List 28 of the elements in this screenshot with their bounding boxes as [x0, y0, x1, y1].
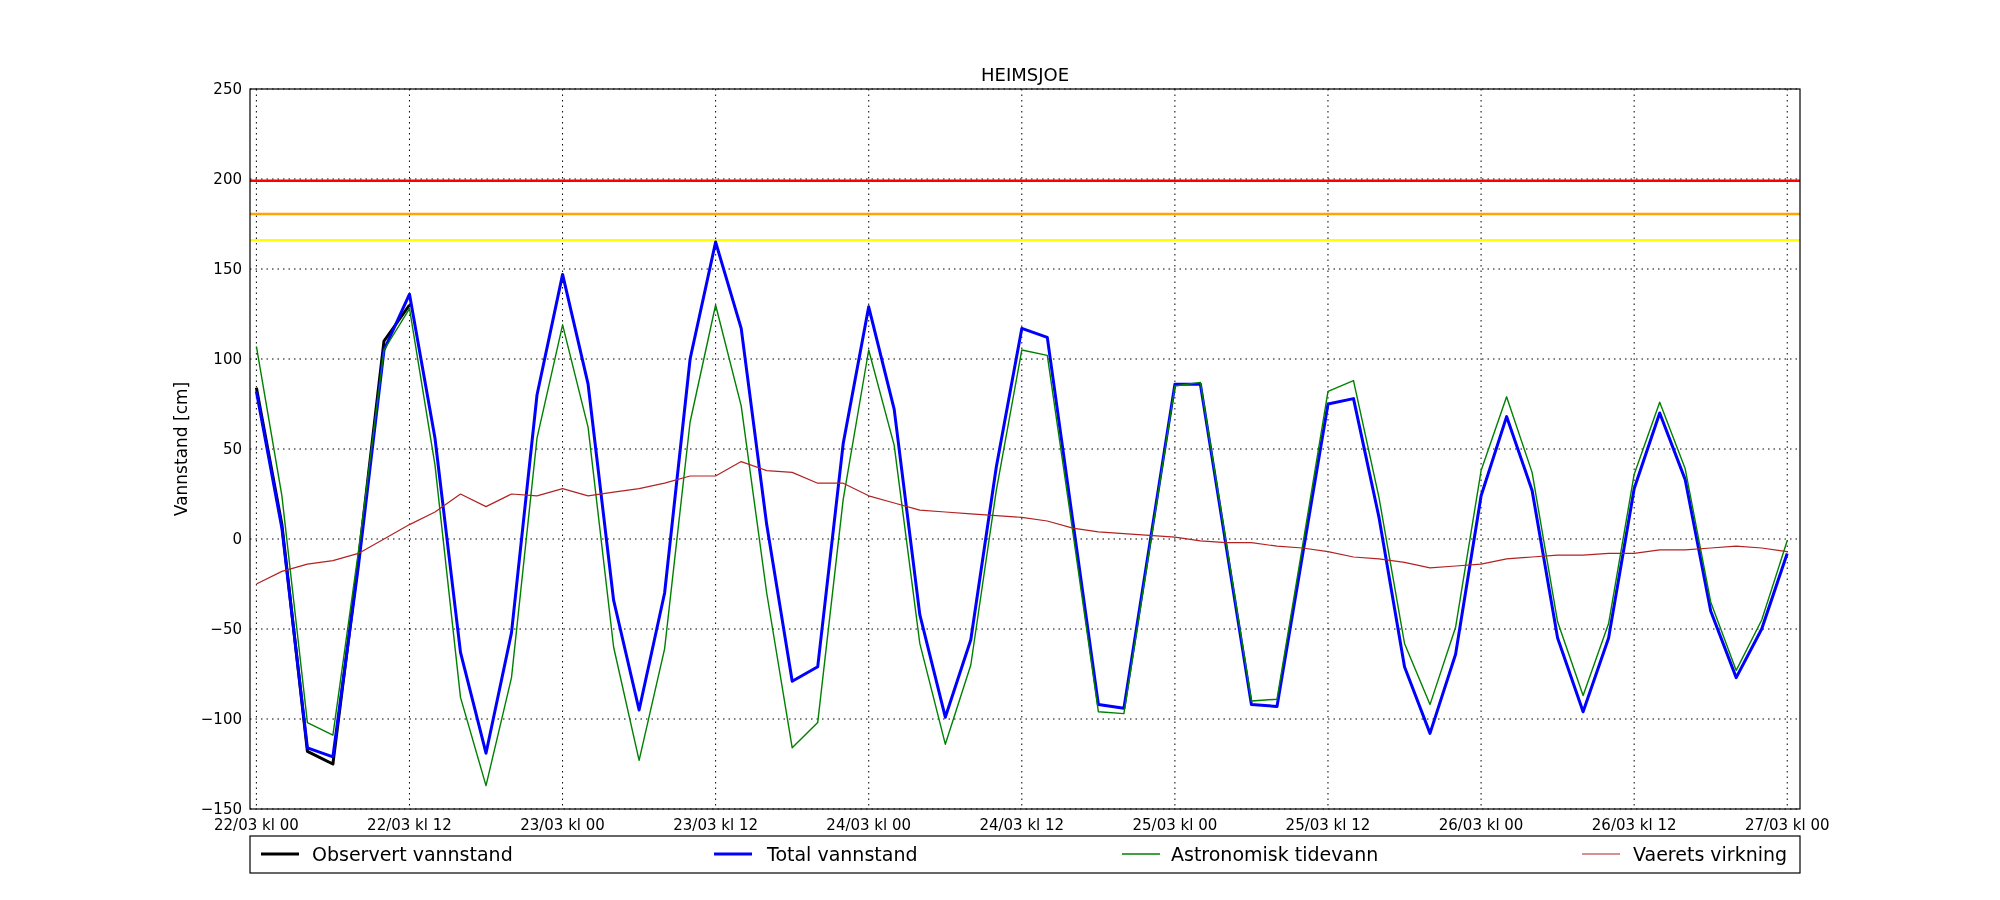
- y-tick-label: −50: [210, 620, 242, 638]
- y-tick-label: 200: [213, 170, 242, 188]
- y-tick-label: −100: [200, 710, 242, 728]
- x-tick-label: 26/03 kl 12: [1591, 816, 1677, 834]
- legend-label: Observert vannstand: [312, 843, 513, 865]
- y-tick-label: −150: [200, 800, 242, 818]
- legend-swatch: [261, 852, 299, 856]
- x-tick-label: 26/03 kl 00: [1438, 816, 1524, 834]
- x-tick-label: 24/03 kl 12: [979, 816, 1065, 834]
- y-tick-label: 250: [213, 80, 242, 98]
- y-tick-label: 100: [213, 350, 242, 368]
- x-tick-label: 25/03 kl 12: [1285, 816, 1371, 834]
- legend-label: Astronomisk tidevann: [1171, 843, 1379, 865]
- chart-title: HEIMSJOE: [981, 64, 1069, 85]
- x-tick-label: 24/03 kl 00: [826, 816, 912, 834]
- legend-label: Vaerets virkning: [1633, 843, 1788, 865]
- x-tick-label: 27/03 kl 00: [1744, 816, 1830, 834]
- y-tick-label: 0: [232, 530, 242, 548]
- x-tick-label: 23/03 kl 00: [520, 816, 605, 834]
- y-tick-label: 150: [213, 260, 242, 278]
- y-axis-label: Vannstand [cm]: [171, 381, 191, 517]
- x-tick-label: 22/03 kl 12: [367, 816, 452, 834]
- x-tick-label: 25/03 kl 00: [1132, 816, 1218, 834]
- legend-swatch: [714, 852, 752, 856]
- y-tick-label: 50: [222, 440, 242, 458]
- x-tick-label: 22/03 kl 00: [214, 816, 299, 834]
- legend-label: Total vannstand: [767, 843, 918, 865]
- x-tick-label: 23/03 kl 12: [673, 816, 758, 834]
